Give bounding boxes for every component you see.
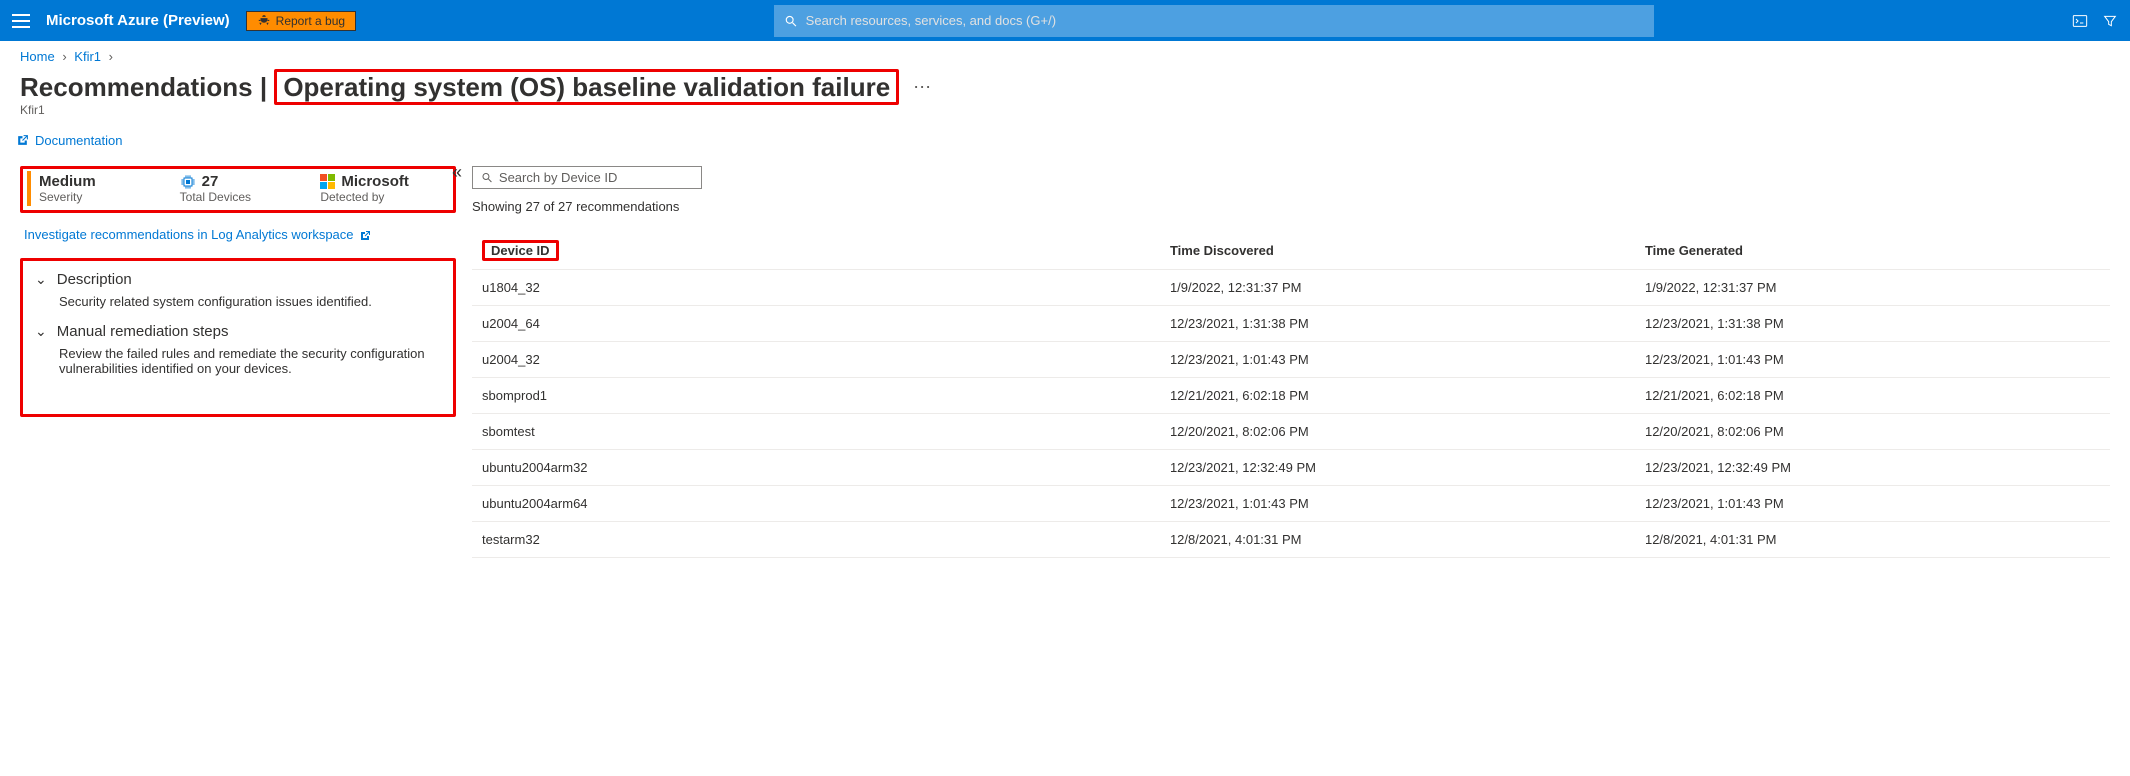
cell-time-discovered: 12/23/2021, 12:32:49 PM bbox=[1160, 450, 1635, 486]
details-block: ⌄ Description Security related system co… bbox=[20, 258, 456, 417]
result-count: Showing 27 of 27 recommendations bbox=[472, 199, 2110, 214]
table-row[interactable]: u2004_3212/23/2021, 1:01:43 PM12/23/2021… bbox=[472, 342, 2110, 378]
cell-device-id: testarm32 bbox=[472, 522, 1160, 558]
description-heading: Description bbox=[57, 271, 132, 288]
page-title-prefix: Recommendations | bbox=[20, 72, 274, 102]
description-section: ⌄ Description Security related system co… bbox=[35, 271, 441, 309]
detected-by-value: Microsoft bbox=[341, 173, 409, 190]
search-icon bbox=[481, 171, 493, 184]
cell-time-discovered: 12/20/2021, 8:02:06 PM bbox=[1160, 414, 1635, 450]
bug-icon bbox=[257, 14, 271, 28]
cell-device-id: u2004_64 bbox=[472, 306, 1160, 342]
cell-time-discovered: 12/23/2021, 1:01:43 PM bbox=[1160, 486, 1635, 522]
column-header-discovered[interactable]: Time Discovered bbox=[1160, 232, 1635, 270]
remediation-body: Review the failed rules and remediate th… bbox=[35, 346, 441, 376]
table-row[interactable]: ubuntu2004arm6412/23/2021, 1:01:43 PM12/… bbox=[472, 486, 2110, 522]
cell-device-id: sbomtest bbox=[472, 414, 1160, 450]
cell-device-id: u1804_32 bbox=[472, 270, 1160, 306]
breadcrumb-item-2[interactable]: Kfir1 bbox=[74, 49, 101, 64]
cell-time-discovered: 12/23/2021, 1:01:43 PM bbox=[1160, 342, 1635, 378]
detected-by-label: Detected by bbox=[320, 190, 441, 204]
report-bug-button[interactable]: Report a bug bbox=[246, 11, 356, 31]
cell-device-id: sbomprod1 bbox=[472, 378, 1160, 414]
cell-time-generated: 1/9/2022, 12:31:37 PM bbox=[1635, 270, 2110, 306]
chip-icon bbox=[180, 174, 196, 190]
severity-label: Severity bbox=[39, 190, 160, 204]
report-bug-label: Report a bug bbox=[276, 14, 345, 28]
breadcrumb-separator: › bbox=[62, 49, 66, 64]
detected-by-tile: Microsoft Detected by bbox=[308, 171, 449, 206]
documentation-link[interactable]: Documentation bbox=[16, 133, 122, 148]
chevron-down-icon: ⌄ bbox=[35, 271, 47, 288]
page-subtitle: Kfir1 bbox=[0, 103, 2130, 129]
cell-time-generated: 12/8/2021, 4:01:31 PM bbox=[1635, 522, 2110, 558]
page-title: Recommendations | Operating system (OS) … bbox=[20, 72, 899, 103]
table-row[interactable]: ubuntu2004arm3212/23/2021, 12:32:49 PM12… bbox=[472, 450, 2110, 486]
left-pane: « Medium Severity 27 Total Devices Micro… bbox=[8, 166, 468, 558]
total-devices-value: 27 bbox=[202, 173, 219, 190]
recommendations-table: Device ID Time Discovered Time Generated… bbox=[472, 232, 2110, 558]
column-header-device[interactable]: Device ID bbox=[472, 232, 1160, 270]
investigate-link-label: Investigate recommendations in Log Analy… bbox=[24, 227, 354, 242]
collapse-left-pane-icon[interactable]: « bbox=[452, 162, 462, 183]
breadcrumb-home[interactable]: Home bbox=[20, 49, 55, 64]
table-row[interactable]: u1804_321/9/2022, 12:31:37 PM1/9/2022, 1… bbox=[472, 270, 2110, 306]
table-row[interactable]: sbomtest12/20/2021, 8:02:06 PM12/20/2021… bbox=[472, 414, 2110, 450]
search-icon bbox=[784, 14, 798, 28]
microsoft-logo-icon bbox=[320, 174, 335, 189]
severity-tile: Medium Severity bbox=[27, 171, 168, 206]
column-header-device-label: Device ID bbox=[482, 240, 559, 261]
remediation-toggle[interactable]: ⌄ Manual remediation steps bbox=[35, 323, 441, 340]
summary-tiles: Medium Severity 27 Total Devices Microso… bbox=[20, 166, 456, 213]
remediation-heading: Manual remediation steps bbox=[57, 323, 229, 340]
cell-device-id: ubuntu2004arm64 bbox=[472, 486, 1160, 522]
global-search-input[interactable] bbox=[806, 13, 1644, 28]
documentation-label: Documentation bbox=[35, 133, 122, 148]
page-title-row: Recommendations | Operating system (OS) … bbox=[0, 68, 2130, 103]
filter-icon[interactable] bbox=[2102, 13, 2118, 29]
breadcrumb-separator: › bbox=[109, 49, 113, 64]
cell-time-generated: 12/23/2021, 1:31:38 PM bbox=[1635, 306, 2110, 342]
external-link-icon bbox=[359, 230, 371, 242]
table-row[interactable]: testarm3212/8/2021, 4:01:31 PM12/8/2021,… bbox=[472, 522, 2110, 558]
cell-time-generated: 12/23/2021, 1:01:43 PM bbox=[1635, 342, 2110, 378]
right-pane: Showing 27 of 27 recommendations Device … bbox=[468, 166, 2122, 558]
table-row[interactable]: sbomprod112/21/2021, 6:02:18 PM12/21/202… bbox=[472, 378, 2110, 414]
remediation-section: ⌄ Manual remediation steps Review the fa… bbox=[35, 323, 441, 376]
top-header: Microsoft Azure (Preview) Report a bug bbox=[0, 0, 2130, 41]
hamburger-menu-icon[interactable] bbox=[12, 12, 30, 30]
cell-time-generated: 12/23/2021, 1:01:43 PM bbox=[1635, 486, 2110, 522]
page-title-highlight: Operating system (OS) baseline validatio… bbox=[274, 69, 899, 105]
cell-time-discovered: 12/8/2021, 4:01:31 PM bbox=[1160, 522, 1635, 558]
severity-value: Medium bbox=[39, 173, 160, 190]
device-search[interactable] bbox=[472, 166, 702, 189]
cell-time-generated: 12/20/2021, 8:02:06 PM bbox=[1635, 414, 2110, 450]
column-header-generated[interactable]: Time Generated bbox=[1635, 232, 2110, 270]
cell-time-generated: 12/23/2021, 12:32:49 PM bbox=[1635, 450, 2110, 486]
more-actions-icon[interactable]: ⋯ bbox=[907, 77, 937, 98]
investigate-link[interactable]: Investigate recommendations in Log Analy… bbox=[24, 227, 371, 242]
cell-time-discovered: 12/21/2021, 6:02:18 PM bbox=[1160, 378, 1635, 414]
cell-time-discovered: 1/9/2022, 12:31:37 PM bbox=[1160, 270, 1635, 306]
cell-device-id: ubuntu2004arm32 bbox=[472, 450, 1160, 486]
external-link-icon bbox=[16, 134, 29, 147]
global-search[interactable] bbox=[774, 5, 1654, 37]
cloud-shell-icon[interactable] bbox=[2072, 13, 2088, 29]
cell-time-generated: 12/21/2021, 6:02:18 PM bbox=[1635, 378, 2110, 414]
device-search-input[interactable] bbox=[499, 170, 693, 185]
cell-time-discovered: 12/23/2021, 1:31:38 PM bbox=[1160, 306, 1635, 342]
description-toggle[interactable]: ⌄ Description bbox=[35, 271, 441, 288]
breadcrumb: Home › Kfir1 › bbox=[0, 41, 2130, 68]
cell-device-id: u2004_32 bbox=[472, 342, 1160, 378]
total-devices-tile: 27 Total Devices bbox=[168, 171, 309, 206]
description-body: Security related system configuration is… bbox=[35, 294, 441, 309]
total-devices-label: Total Devices bbox=[180, 190, 301, 204]
chevron-down-icon: ⌄ bbox=[35, 323, 47, 340]
product-brand: Microsoft Azure (Preview) bbox=[46, 12, 230, 29]
table-row[interactable]: u2004_6412/23/2021, 1:31:38 PM12/23/2021… bbox=[472, 306, 2110, 342]
